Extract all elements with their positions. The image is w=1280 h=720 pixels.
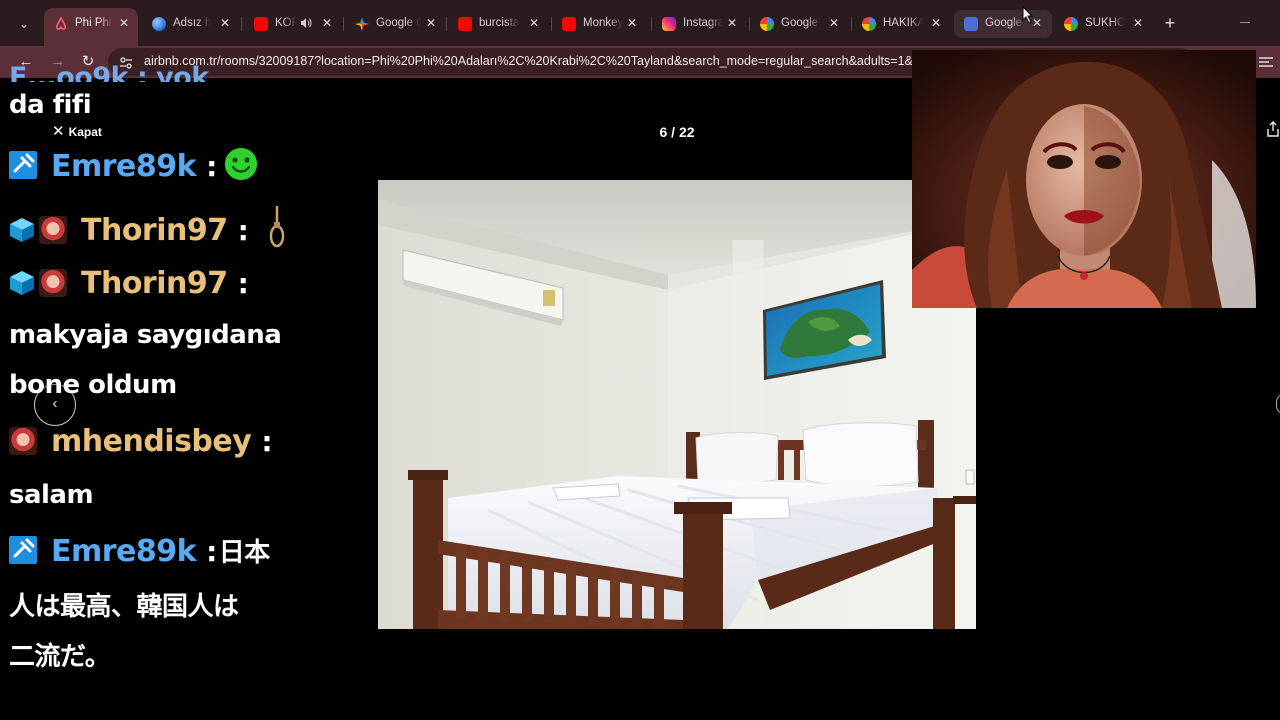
youtube-icon [254,17,268,31]
noose-emote [266,206,288,250]
tab-title: Instagram [683,17,723,29]
chat-username: Thorin97 [81,266,228,301]
close-tab-icon[interactable]: ✕ [826,15,842,31]
cube-badge-icon [9,270,35,296]
chat-message: Thorin97: [9,266,254,301]
stream-chat-overlay: E...oo9k : yok da fifi Emre89k: Thorin97… [0,50,330,720]
webcam-overlay [912,50,1256,308]
tab-instagram[interactable]: Instagram ✕ [652,10,748,38]
mouse-cursor-icon [1022,5,1034,24]
cube-badge-icon [9,217,35,243]
close-tab-icon[interactable]: ✕ [116,15,132,31]
airbnb-icon [54,16,68,31]
close-tab-icon[interactable]: ✕ [217,15,233,31]
tab-monkey[interactable]: Monkey ✕ [552,10,650,38]
avatar [9,427,37,455]
tab-title: Google [985,17,1025,29]
tab-kore[interactable]: KORE ✕ [244,10,342,38]
chat-colon: : [237,267,249,300]
tab-google[interactable]: Google ✕ [954,10,1052,38]
avatar [39,216,67,244]
tab-title: HAKİKAT [883,17,923,29]
chat-username: Emre89k [51,534,197,569]
next-photo-button[interactable] [1276,394,1280,414]
instagram-icon [662,17,676,31]
tab-phi-phi[interactable]: Phi Phi Adaları ✕ [44,8,138,46]
chat-message-text: bone oldum [9,370,177,400]
google-icon [862,17,876,31]
tab-divider [343,17,344,31]
chat-username: Emre89k [51,149,197,184]
minimize-button[interactable] [1240,22,1250,23]
close-tab-icon[interactable]: ✕ [624,15,640,31]
listing-photo [378,180,976,629]
avatar [39,269,67,297]
chat-colon: : [261,425,273,458]
globe-icon [152,17,166,31]
tab-title: KORE [275,17,297,29]
tab-title: Monkey [583,17,623,29]
tab-strip: ⌄ Phi Phi Adaları ✕ Adsız harita ✕ KORE … [0,0,1280,46]
tab-title: Adsız harita [173,17,211,29]
speaker-icon[interactable] [300,17,312,29]
close-tab-icon[interactable]: ✕ [1130,15,1146,31]
chat-message-text: 二流だ。 [9,642,111,672]
chat-message-text: da fifi [9,90,92,120]
tab-search-dropdown[interactable]: ⌄ [12,12,36,36]
chat-username: Thorin97 [81,213,228,248]
tab-title: burcistan [479,17,519,29]
chat-username: mhendisbey [51,424,252,459]
share-icon[interactable] [1266,120,1280,138]
green-smile-emote [223,146,259,182]
chat-colon: : [206,535,217,568]
close-tab-icon[interactable]: ✕ [928,15,944,31]
chat-colon: : [206,150,217,183]
new-tab-button[interactable]: + [1160,12,1180,34]
chat-message: Thorin97: [9,206,288,250]
tab-adsiz-harita[interactable]: Adsız harita ✕ [142,10,240,38]
tab-title: Google Gemini [376,17,420,29]
tab-title: Google'da Ara [781,17,821,29]
chat-message: mhendisbey: [9,424,278,459]
moderator-badge-icon [9,536,37,564]
close-tab-icon[interactable]: ✕ [526,15,542,31]
google-icon [1064,17,1078,31]
tab-title: SUKHOTHAI [1085,17,1125,29]
chat-message-clipped: E...oo9k : yok [9,62,209,82]
close-tab-icon[interactable]: ✕ [724,15,740,31]
chat-message-text: 人は最高、韓国人は [9,592,239,622]
tab-google-gemini[interactable]: Google Gemini ✕ [345,10,445,38]
gemini-icon [355,17,369,31]
tab-sukhothai[interactable]: SUKHOTHAI ✕ [1054,10,1150,38]
youtube-icon [562,17,576,31]
moderator-badge-icon [9,151,37,179]
tab-burcistan[interactable]: burcistan ✕ [448,10,550,38]
close-tab-icon[interactable]: ✕ [423,15,439,31]
tab-google-ara[interactable]: Google'da Ara ✕ [750,10,850,38]
chat-message: Emre89k: [9,146,259,184]
chat-message-text: salam [9,480,94,510]
tab-divider [241,17,242,31]
chat-message-text: 日本 [218,538,271,568]
close-tab-icon[interactable]: ✕ [319,15,335,31]
youtube-icon [458,17,472,31]
google-icon [760,17,774,31]
chat-message-text: makyaja saygıdana [9,320,282,350]
menu-icon[interactable] [1256,52,1276,72]
tab-title: Phi Phi Adaları [75,17,113,29]
photo-counter: 6 / 22 [659,124,695,140]
chat-message: Emre89k:日本 [9,532,270,569]
tab-divider [446,17,447,31]
chat-colon: : [237,214,249,247]
google-docs-icon [964,17,978,31]
tab-hakikat[interactable]: HAKİKAT ✕ [852,10,950,38]
